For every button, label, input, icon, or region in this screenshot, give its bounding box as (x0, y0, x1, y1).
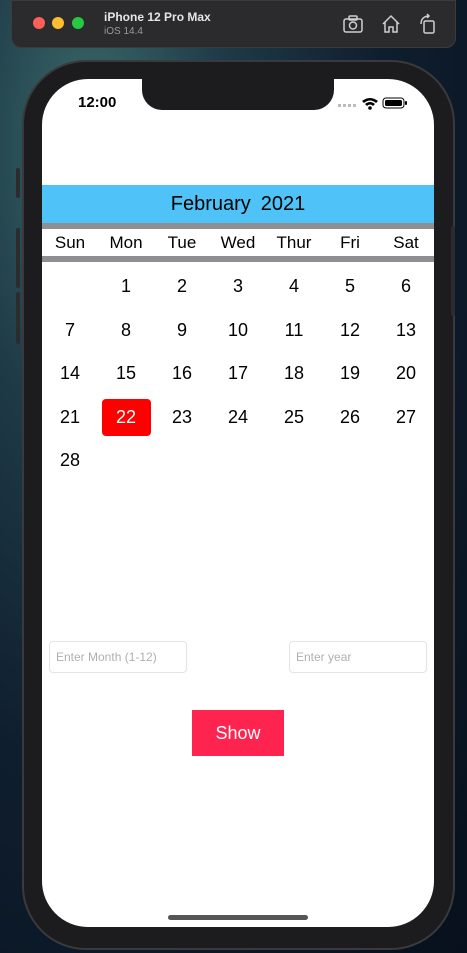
calendar-day-label: 19 (339, 363, 361, 384)
wifi-icon (362, 98, 378, 110)
weekday-thur: Thur (276, 232, 312, 252)
show-button[interactable]: Show (192, 710, 284, 756)
phone-screen: 12:00 February 2021 Sun Mon Tue Wed Thur… (42, 79, 434, 927)
calendar-day-label: 2 (176, 276, 187, 297)
calendar-day[interactable]: 9 (154, 309, 210, 353)
calendar-day[interactable]: 27 (378, 396, 434, 440)
calendar-day[interactable]: 21 (42, 396, 98, 440)
camera-icon[interactable] (342, 13, 364, 35)
calendar-day-label (46, 268, 95, 305)
calendar-day-label: 13 (395, 319, 417, 340)
calendar-day[interactable]: 15 (98, 352, 154, 396)
calendar-day-label: 7 (64, 319, 75, 340)
calendar-day[interactable]: 22 (98, 396, 154, 440)
minimize-window-button[interactable] (52, 17, 64, 29)
simulator-title-bar: iPhone 12 Pro Max iOS 14.4 (11, 0, 456, 48)
calendar-day-label: 22 (101, 398, 151, 436)
calendar-divider-bottom (42, 256, 434, 262)
calendar-day-label: 12 (339, 319, 361, 340)
calendar-day-label: 6 (400, 276, 411, 297)
weekday-mon: Mon (109, 232, 143, 252)
rotate-icon[interactable] (417, 13, 439, 35)
calendar-day[interactable]: 8 (98, 309, 154, 353)
home-icon[interactable] (380, 13, 402, 35)
calendar-month: February (170, 192, 251, 215)
calendar-header: February 2021 (42, 185, 434, 223)
calendar-day[interactable]: 24 (210, 396, 266, 440)
simulator-device-name: iPhone 12 Pro Max (104, 10, 211, 24)
cellular-signal-icon (338, 104, 356, 107)
calendar-day-label: 26 (339, 406, 361, 427)
calendar-day[interactable]: 19 (322, 352, 378, 396)
weekday-sat: Sat (393, 232, 419, 252)
calendar-day-label: 10 (227, 319, 249, 340)
calendar-day[interactable]: 26 (322, 396, 378, 440)
calendar-day[interactable]: 14 (42, 352, 98, 396)
home-indicator (168, 915, 308, 920)
calendar-day[interactable]: 10 (210, 309, 266, 353)
volume-up-button (16, 168, 20, 198)
calendar-day[interactable]: 25 (266, 396, 322, 440)
calendar-day-label: 11 (284, 319, 304, 340)
notch (142, 79, 334, 110)
calendar-day[interactable]: 17 (210, 352, 266, 396)
weekday-sun: Sun (54, 232, 86, 252)
calendar-day[interactable]: 18 (266, 352, 322, 396)
calendar-day[interactable]: 6 (378, 265, 434, 309)
calendar-day-label: 18 (283, 363, 305, 384)
weekday-fri: Fri (340, 232, 360, 252)
calendar-day-label: 27 (395, 406, 417, 427)
calendar-day-label: 9 (176, 319, 187, 340)
calendar-day[interactable]: 20 (378, 352, 434, 396)
calendar-day-label: 25 (283, 406, 305, 427)
year-input[interactable] (289, 641, 427, 673)
calendar-day[interactable]: 1 (98, 265, 154, 309)
calendar-year: 2021 (260, 192, 306, 215)
calendar-day[interactable]: 13 (378, 309, 434, 353)
calendar-day-label: 4 (288, 276, 299, 297)
calendar-day[interactable]: 2 (154, 265, 210, 309)
calendar-day-grid: 1 2 3 4 5 6 7 8 9 10 11 12 13 14 15 16 17 18 19 20 21 22 23 24 2… (42, 265, 434, 483)
calendar-day[interactable]: 7 (42, 309, 98, 353)
calendar-day-label: 17 (227, 363, 249, 384)
close-window-button[interactable] (33, 17, 45, 29)
zoom-window-button[interactable] (72, 17, 84, 29)
calendar-day[interactable]: 16 (154, 352, 210, 396)
calendar-day-label: 14 (59, 363, 81, 384)
calendar-day-label: 8 (120, 319, 131, 340)
calendar-day-label: 15 (115, 363, 137, 384)
calendar-day-label: 3 (232, 276, 243, 297)
calendar-day-label: 20 (395, 363, 417, 384)
calendar-day-empty (42, 265, 98, 309)
status-time: 12:00 (78, 94, 117, 111)
calendar-day[interactable]: 11 (266, 309, 322, 353)
calendar-day[interactable]: 5 (322, 265, 378, 309)
battery-icon (382, 97, 407, 109)
status-icons (338, 96, 408, 110)
calendar-day[interactable]: 4 (266, 265, 322, 309)
calendar-day[interactable]: 28 (42, 439, 98, 483)
calendar-day[interactable]: 3 (210, 265, 266, 309)
calendar-day[interactable]: 12 (322, 309, 378, 353)
calendar-day-label: 16 (171, 363, 193, 384)
weekday-tue: Tue (167, 232, 197, 252)
calendar-day-label: 28 (59, 450, 81, 471)
month-input[interactable] (49, 641, 187, 673)
calendar-day-label: 21 (59, 406, 81, 427)
volume-down-button (16, 228, 20, 288)
weekday-wed: Wed (220, 232, 256, 252)
calendar-day-label: 24 (227, 406, 249, 427)
calendar-day[interactable]: 23 (154, 396, 210, 440)
calendar-day-label: 5 (344, 276, 355, 297)
calendar-day-label: 23 (171, 406, 193, 427)
weekday-row: Sun Mon Tue Wed Thur Fri Sat (42, 229, 434, 256)
simulator-os-version: iOS 14.4 (104, 26, 143, 37)
calendar-day-label: 1 (120, 276, 131, 297)
power-button (451, 226, 455, 316)
mute-switch (16, 292, 20, 344)
